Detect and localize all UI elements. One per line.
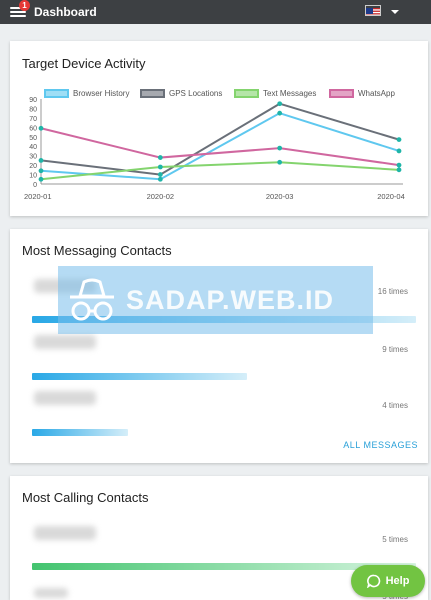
data-point (157, 176, 163, 182)
y-tick-label: 90 (29, 97, 37, 104)
menu-button[interactable]: 1 (10, 0, 30, 19)
y-tick-label: 80 (29, 106, 37, 113)
top-app-bar: 1 Dashboard (0, 0, 431, 24)
contact-progress-bar (32, 373, 248, 380)
chat-bubble-icon (366, 574, 380, 588)
notification-badge: 1 (19, 0, 30, 11)
contact-name-blurred (34, 588, 68, 598)
y-tick-label: 0 (33, 182, 37, 189)
data-point (157, 172, 163, 177)
data-point (396, 137, 402, 143)
data-point (396, 148, 402, 154)
x-tick-label: 2020-03 (266, 192, 294, 201)
messaging-contacts-card: Most Messaging Contacts 16 times 9 times… (10, 229, 428, 463)
x-tick-label: 2020-02 (147, 192, 175, 201)
contact-count: 4 times (382, 401, 408, 410)
us-flag-icon[interactable] (365, 5, 381, 16)
data-point (277, 110, 283, 116)
data-point (277, 101, 283, 107)
data-point (396, 167, 402, 173)
contact-count: 9 times (382, 345, 408, 354)
contact-name-blurred (34, 526, 96, 540)
y-tick-label: 20 (29, 163, 37, 170)
contact-count: 5 times (382, 535, 408, 544)
data-point (38, 168, 44, 174)
contact-name-blurred (34, 335, 96, 349)
activity-card: Target Device Activity Browser History GP… (10, 41, 428, 216)
language-dropdown-chevron-down-icon[interactable] (391, 10, 399, 14)
y-tick-label: 40 (29, 144, 37, 151)
all-messages-link[interactable]: ALL MESSAGES (343, 440, 418, 450)
data-point (157, 155, 163, 160)
data-point (38, 125, 44, 131)
y-tick-label: 50 (29, 135, 37, 142)
messaging-card-title: Most Messaging Contacts (22, 243, 172, 258)
data-point (396, 162, 402, 168)
spy-hat-glasses-icon (58, 266, 126, 334)
data-point (38, 157, 44, 163)
contact-name-blurred (34, 391, 96, 405)
contact-count: 16 times (377, 287, 408, 296)
page-title: Dashboard (34, 5, 97, 19)
help-button-label: Help (385, 575, 410, 587)
activity-card-title: Target Device Activity (22, 56, 146, 71)
data-point (277, 159, 283, 165)
x-tick-label: 2020-04 (377, 192, 405, 201)
series-line (40, 161, 400, 181)
y-tick-label: 70 (29, 116, 37, 123)
y-tick-label: 60 (29, 125, 37, 132)
y-tick-label: 30 (29, 154, 37, 161)
activity-line-chart: 90 80 70 60 50 40 30 20 10 0 2020-01 2020-02 2020-03… (24, 97, 405, 201)
help-button[interactable]: Help (351, 565, 425, 597)
menu-icon-line (10, 11, 26, 13)
data-point (157, 164, 163, 170)
watermark-text: SADAP.WEB.ID (126, 284, 335, 315)
menu-icon-line (10, 15, 26, 17)
calling-card-title: Most Calling Contacts (22, 490, 149, 505)
contact-progress-bar (32, 429, 128, 436)
data-point (38, 176, 44, 182)
x-tick-label: 2020-01 (24, 192, 52, 201)
y-tick-label: 10 (29, 173, 37, 180)
watermark: SADAP.WEB.ID (58, 266, 373, 334)
data-point (277, 145, 283, 151)
